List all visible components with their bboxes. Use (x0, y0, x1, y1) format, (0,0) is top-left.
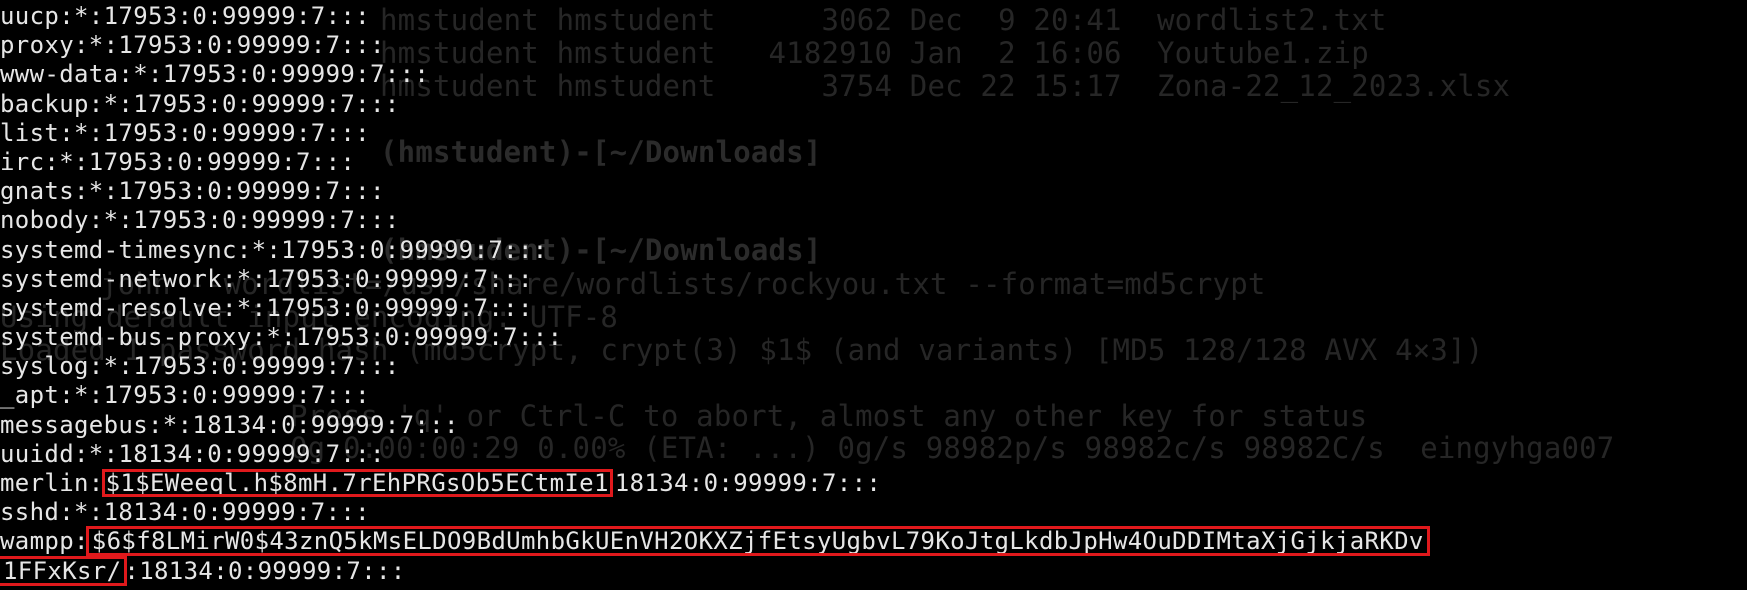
shadow-line: www-data:*:17953:0:99999:7::: (0, 60, 430, 89)
wampp-shadow-fields: :18134:0:99999:7::: (124, 556, 406, 585)
shadow-line: backup:*:17953:0:99999:7::: (0, 89, 400, 118)
wampp-username: wampp: (0, 527, 89, 556)
shadow-file-output: uucp:*:17953:0:99999:7::: proxy:*:17953:… (0, 2, 1747, 586)
wampp-shadow-line-wrap: 1FFxKsr/:18134:0:99999:7::: (0, 555, 1747, 586)
terminal-window[interactable]: hmstudent hmstudent 3062 Dec 9 20:41 wor… (0, 0, 1747, 590)
shadow-line: uuidd:*:18134:0:99999:7::: (0, 439, 385, 468)
shadow-line: proxy:*:17953:0:99999:7::: (0, 31, 385, 60)
shadow-line: uucp:*:17953:0:99999:7::: (0, 2, 370, 30)
shadow-line: _apt:*:17953:0:99999:7::: (0, 381, 370, 410)
shadow-line: messagebus:*:18134:0:99999:7::: (0, 410, 459, 439)
shadow-line: systemd-timesync:*:17953:0:99999:7::: (0, 235, 548, 264)
shadow-line: gnats:*:17953:0:99999:7::: (0, 177, 385, 206)
shadow-line: nobody:*:17953:0:99999:7::: (0, 206, 400, 235)
merlin-shadow-line: merlin:$1$EWeeql.h$8mH.7rEhPRGsOb5ECtmIe… (0, 469, 1747, 498)
shadow-line: systemd-bus-proxy:*:17953:0:99999:7::: (0, 323, 563, 352)
shadow-line: syslog:*:17953:0:99999:7::: (0, 352, 400, 381)
wampp-hash-highlight: $6$f8LMirW0$43znQ5kMsELDO9BdUmhbGkUEnVH2… (85, 526, 1430, 557)
wampp-hash-highlight-continued: 1FFxKsr/ (0, 555, 128, 586)
shadow-line: list:*:17953:0:99999:7::: (0, 118, 370, 147)
shadow-line: irc:*:17953:0:99999:7::: (0, 147, 356, 176)
merlin-hash-highlight: $1$EWeeql.h$8mH.7rEhPRGsOb5ECtmIe1 (101, 469, 613, 497)
merlin-username: merlin: (0, 469, 104, 497)
shadow-line: systemd-network:*:17953:0:99999:7::: (0, 264, 533, 293)
shadow-line: sshd:*:18134:0:99999:7::: (0, 498, 370, 527)
wampp-shadow-line: wampp: $6$f8LMirW0$43znQ5kMsELDO9BdUmhbGk… (0, 526, 1747, 557)
merlin-shadow-fields: 18134:0:99999:7::: (614, 469, 882, 497)
shadow-line: systemd-resolve:*:17953:0:99999:7::: (0, 293, 533, 322)
